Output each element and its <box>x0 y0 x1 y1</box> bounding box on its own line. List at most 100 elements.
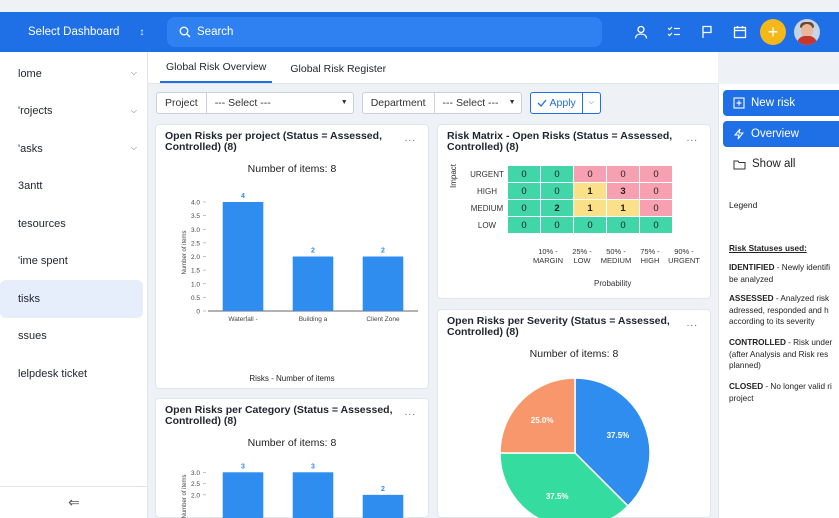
y-tick-label: 2.5 <box>191 240 200 247</box>
overview-button[interactable]: Overview <box>723 121 839 147</box>
sidebar-item-label: 'asks <box>18 142 43 155</box>
sidebar-item-time-spent[interactable]: 'ime spent <box>0 243 147 281</box>
y-axis-label: Number of items <box>182 474 188 518</box>
department-filter: Department --- Select --- ▼ <box>361 92 522 114</box>
search-icon <box>179 26 191 38</box>
matrix-cell[interactable]: 1 <box>574 200 606 216</box>
matrix-cell[interactable]: 0 <box>640 200 672 216</box>
y-tick-label: 2.0 <box>191 492 200 499</box>
avatar[interactable] <box>794 19 820 45</box>
matrix-cell[interactable]: 0 <box>574 217 606 233</box>
matrix-column-label: 10% - MARGIN <box>533 247 563 265</box>
sidebar-item-risks[interactable]: tisks <box>0 280 143 318</box>
matrix-cell[interactable]: 0 <box>640 183 672 199</box>
more-icon[interactable]: ... <box>687 133 698 144</box>
card-risks-per-category: Open Risks per Category (Status = Assess… <box>155 398 429 518</box>
user-icon[interactable] <box>628 19 654 45</box>
matrix-cell[interactable]: 1 <box>574 183 606 199</box>
checklist-icon[interactable] <box>661 19 687 45</box>
y-tick-label: 0 <box>196 309 200 316</box>
matrix-cell[interactable]: 0 <box>574 166 606 182</box>
matrix-cell[interactable]: 0 <box>541 166 573 182</box>
bar-data-label: 4 <box>241 193 245 200</box>
bar-data-label: 3 <box>241 463 245 470</box>
y-tick-label: 3.0 <box>191 227 200 234</box>
matrix-cell[interactable]: 1 <box>607 200 639 216</box>
chart-footer: Risks - Number of items <box>249 374 335 383</box>
chevron-down-icon: ⌵ <box>130 68 137 77</box>
matrix-cell[interactable]: 0 <box>508 166 540 182</box>
matrix-cell[interactable]: 0 <box>640 217 672 233</box>
matrix-row: HIGH 0 0 1 3 0 <box>467 183 672 199</box>
pie-slice-label: 37.5% <box>546 492 569 501</box>
tab-bar: Global Risk Overview Global Risk Registe… <box>148 52 718 84</box>
collapse-sidebar-icon[interactable]: ⇐ <box>0 486 148 518</box>
project-filter-label: Project <box>157 93 207 113</box>
apply-button[interactable]: Apply ⌵ <box>529 92 601 114</box>
status-assessed: ASSESSED - Analyzed risk adressed, respo… <box>729 294 830 326</box>
sidebar-item-tasks[interactable]: 'asks ⌵ <box>0 130 147 168</box>
apply-dropdown-icon[interactable]: ⌵ <box>581 93 600 113</box>
matrix-cell[interactable]: 0 <box>508 183 540 199</box>
matrix-cell[interactable]: 0 <box>607 166 639 182</box>
search-placeholder: Search <box>197 26 234 38</box>
matrix-row-label: LOW <box>477 220 497 230</box>
check-icon <box>537 99 547 107</box>
project-select[interactable]: --- Select --- ▼ <box>207 93 353 113</box>
risk-matrix-table: URGENT 0 0 0 0 0 HIGH 0 0 1 3 0 MEDIUM 0 2 1 1 0 LOW 0 0 0 0 0 <box>466 165 673 234</box>
card-risks-per-project: Open Risks per project (Status = Assesse… <box>155 124 429 389</box>
chevron-down-icon: ⌵ <box>130 105 137 115</box>
y-axis-label: Number of items <box>182 230 188 274</box>
y-tick-label: 1.0 <box>191 281 200 288</box>
sidebar-item-label: 3antt <box>18 180 43 193</box>
matrix-cell[interactable]: 2 <box>541 200 573 216</box>
show-all-link[interactable]: Show all <box>733 158 795 170</box>
bar <box>362 494 404 518</box>
sidebar-item-projects[interactable]: 'rojects ⌵ <box>0 93 147 131</box>
matrix-cell[interactable]: 0 <box>640 166 672 182</box>
dashboard-select[interactable]: Select Dashboard ↕ <box>0 26 150 38</box>
filter-bar: Project --- Select --- ▼ Department --- S… <box>156 91 601 115</box>
department-select[interactable]: --- Select --- ▼ <box>435 93 521 113</box>
sidebar-item-resources[interactable]: tesources <box>0 205 147 243</box>
matrix-column-label: 50% - MEDIUM <box>600 247 632 265</box>
sidebar-item-issues[interactable]: ssues <box>0 318 147 356</box>
probability-axis-label: Probability <box>594 279 632 288</box>
lightning-icon <box>733 128 745 140</box>
sidebar-item-home[interactable]: lome ⌵ <box>0 55 147 93</box>
matrix-cell[interactable]: 0 <box>508 217 540 233</box>
card-risks-per-severity: Open Risks per Severity (Status = Assess… <box>437 309 711 518</box>
matrix-cell[interactable]: 0 <box>508 200 540 216</box>
sidebar-item-gantt[interactable]: 3antt <box>0 168 147 206</box>
matrix-cell[interactable]: 0 <box>541 217 573 233</box>
flag-icon[interactable] <box>694 19 720 45</box>
search-input[interactable]: Search <box>167 17 602 47</box>
new-risk-button[interactable]: New risk <box>723 90 839 116</box>
matrix-row-label: MEDIUM <box>470 203 504 213</box>
sidebar-item-label: tisks <box>18 292 40 305</box>
bar-data-label: 2 <box>381 248 385 255</box>
sidebar-item-helpdesk[interactable]: lelpdesk ticket <box>0 355 147 393</box>
matrix-cell[interactable]: 3 <box>607 183 639 199</box>
right-panel: New risk Overview Show all Legend Risk S… <box>718 84 839 518</box>
status-identified: IDENTIFIED - Newly identifi be analyzed <box>729 263 831 284</box>
bar <box>292 256 334 311</box>
caret-down-icon: ▼ <box>340 99 348 106</box>
legend-title: Legend <box>729 200 758 210</box>
add-icon[interactable]: + <box>760 19 786 45</box>
calendar-icon[interactable] <box>727 19 753 45</box>
matrix-cell[interactable]: 0 <box>541 183 573 199</box>
tab-global-risk-overview[interactable]: Global Risk Overview <box>160 61 273 83</box>
tab-global-risk-register[interactable]: Global Risk Register <box>284 63 392 83</box>
matrix-cell[interactable]: 0 <box>607 217 639 233</box>
matrix-column-label: 25% - LOW <box>572 247 592 265</box>
sidebar-item-label: 'ime spent <box>18 255 68 268</box>
updown-chevron-icon: ↕ <box>139 26 145 38</box>
card-title: Risk Matrix - Open Risks (Status = Asses… <box>447 130 673 153</box>
y-tick-label: 2.0 <box>191 254 200 261</box>
matrix-column-label: 90% - URGENT <box>668 247 700 265</box>
status-controlled: CONTROLLED - Risk under (after Analysis … <box>729 338 833 370</box>
bar <box>292 472 334 518</box>
y-tick-label: 3.5 <box>191 213 200 220</box>
x-tick-label: Building a <box>299 316 328 323</box>
